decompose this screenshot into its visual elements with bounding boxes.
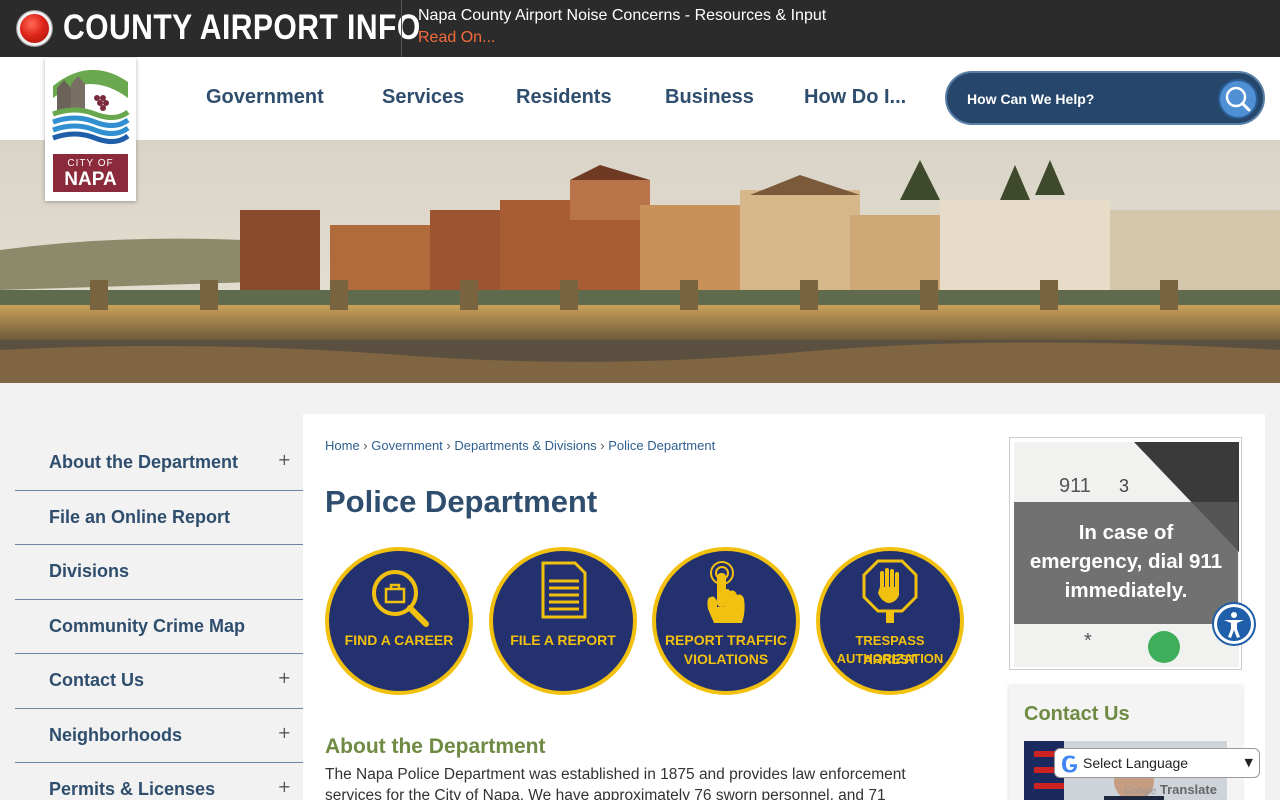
breadcrumb-police[interactable]: Police Department: [608, 438, 715, 453]
trespass-authorization-button[interactable]: TRESPASS ARREST AUTHORIZATION: [816, 547, 964, 695]
language-select-label: Select Language: [1083, 755, 1189, 771]
alert-bar: COUNTY AIRPORT INFO Napa County Airport …: [0, 0, 1280, 57]
sidebar-item-label: File an Online Report: [49, 506, 231, 527]
nav-how-do-i[interactable]: How Do I...: [804, 86, 906, 109]
file-report-label: FILE A REPORT: [510, 632, 616, 648]
nav-government[interactable]: Government: [206, 86, 324, 109]
logo-line1: CITY OF: [67, 158, 114, 169]
find-career-label: FIND A CAREER: [344, 632, 454, 648]
sidebar-item-about[interactable]: About the Department +: [15, 436, 303, 491]
alert-icon: [17, 11, 52, 46]
report-traffic-label-1: REPORT TRAFFIC: [664, 632, 788, 648]
hero-banner-image: [0, 140, 1280, 383]
expand-icon[interactable]: +: [278, 668, 291, 687]
google-g-icon: [1062, 755, 1078, 773]
file-report-button[interactable]: FILE A REPORT: [489, 547, 637, 695]
accessibility-button[interactable]: [1212, 602, 1256, 646]
page-title: Police Department: [325, 484, 598, 519]
translate-word: Translate: [1159, 782, 1217, 797]
contact-heading: Contact Us: [1024, 703, 1130, 725]
sidebar-item-label: About the Department: [49, 452, 238, 472]
search-input[interactable]: [967, 86, 1207, 112]
report-traffic-label-2: VIOLATIONS: [683, 651, 769, 667]
sidebar-item-label: Contact Us: [49, 670, 145, 690]
city-logo[interactable]: CITY OF NAPA: [45, 58, 136, 201]
alert-headline: Napa County Airport Noise Concerns - Res…: [418, 7, 827, 24]
expand-icon[interactable]: +: [278, 777, 291, 796]
chevron-down-icon: ▼: [1244, 756, 1253, 769]
report-traffic-button[interactable]: REPORT TRAFFIC VIOLATIONS: [652, 547, 800, 695]
google-wordmark: Google: [1124, 786, 1157, 797]
emergency-message: In case of emergency, dial 911 immediate…: [1014, 502, 1238, 624]
trespass-label-2: AUTHORIZATION: [836, 651, 944, 666]
sidebar-item-label: Permits & Licenses: [49, 779, 216, 799]
hand-tap-icon: [707, 561, 745, 623]
sidebar-item-divisions[interactable]: Divisions: [15, 545, 303, 600]
magnifier-briefcase-icon: [372, 570, 429, 627]
sidebar-item-label: Neighborhoods: [49, 724, 182, 745]
breadcrumb-government[interactable]: Government: [371, 438, 443, 453]
logo-line2: NAPA: [64, 169, 117, 190]
sidebar-item-label: Community Crime Map: [49, 615, 246, 636]
expand-icon[interactable]: +: [278, 723, 291, 742]
alert-title: COUNTY AIRPORT INFO: [63, 8, 421, 47]
alert-read-on-link[interactable]: Read On...: [418, 29, 495, 47]
language-select[interactable]: Select Language ▼: [1054, 748, 1260, 778]
google-translate-credit: Google Translate: [1124, 782, 1217, 797]
search-icon: [1225, 86, 1251, 112]
alert-divider: [401, 0, 402, 57]
accessibility-icon: [1217, 607, 1251, 641]
sidebar-item-contact[interactable]: Contact Us +: [15, 654, 303, 709]
sidebar-item-file-report[interactable]: File an Online Report: [15, 491, 303, 545]
emergency-line-3: immediately.: [1064, 579, 1188, 602]
sidebar-item-neighborhoods[interactable]: Neighborhoods +: [15, 709, 303, 763]
svg-text:3: 3: [1119, 476, 1129, 496]
breadcrumb-home[interactable]: Home: [325, 438, 360, 453]
about-paragraph: The Napa Police Department was establish…: [325, 766, 906, 800]
sidebar-nav: About the Department + File an Online Re…: [15, 436, 303, 800]
nav-residents[interactable]: Residents: [516, 86, 612, 109]
emergency-line-1: In case of: [1078, 521, 1174, 544]
sidebar-item-permits[interactable]: Permits & Licenses +: [15, 763, 303, 800]
emergency-line-2: emergency, dial 911: [1029, 550, 1223, 573]
sidebar-item-crime-map[interactable]: Community Crime Map: [15, 600, 303, 654]
document-icon: [541, 561, 587, 619]
breadcrumb: Home › Government › Departments & Divisi…: [325, 438, 716, 453]
nav-business[interactable]: Business: [665, 86, 754, 109]
emergency-graphic[interactable]: 911 3 * In case of emergency, dial 911 i…: [1009, 437, 1242, 670]
breadcrumb-departments[interactable]: Departments & Divisions: [454, 438, 596, 453]
sidebar-item-label: Divisions: [49, 561, 130, 581]
search-bar: [945, 71, 1265, 125]
expand-icon[interactable]: +: [278, 450, 291, 469]
search-button[interactable]: [1218, 79, 1258, 119]
svg-text:911: 911: [1059, 475, 1091, 497]
about-heading: About the Department: [325, 735, 546, 758]
stop-hand-icon: [862, 559, 918, 623]
svg-text:*: *: [1084, 630, 1092, 652]
nav-services[interactable]: Services: [382, 86, 464, 109]
find-career-button[interactable]: FIND A CAREER: [325, 547, 473, 695]
